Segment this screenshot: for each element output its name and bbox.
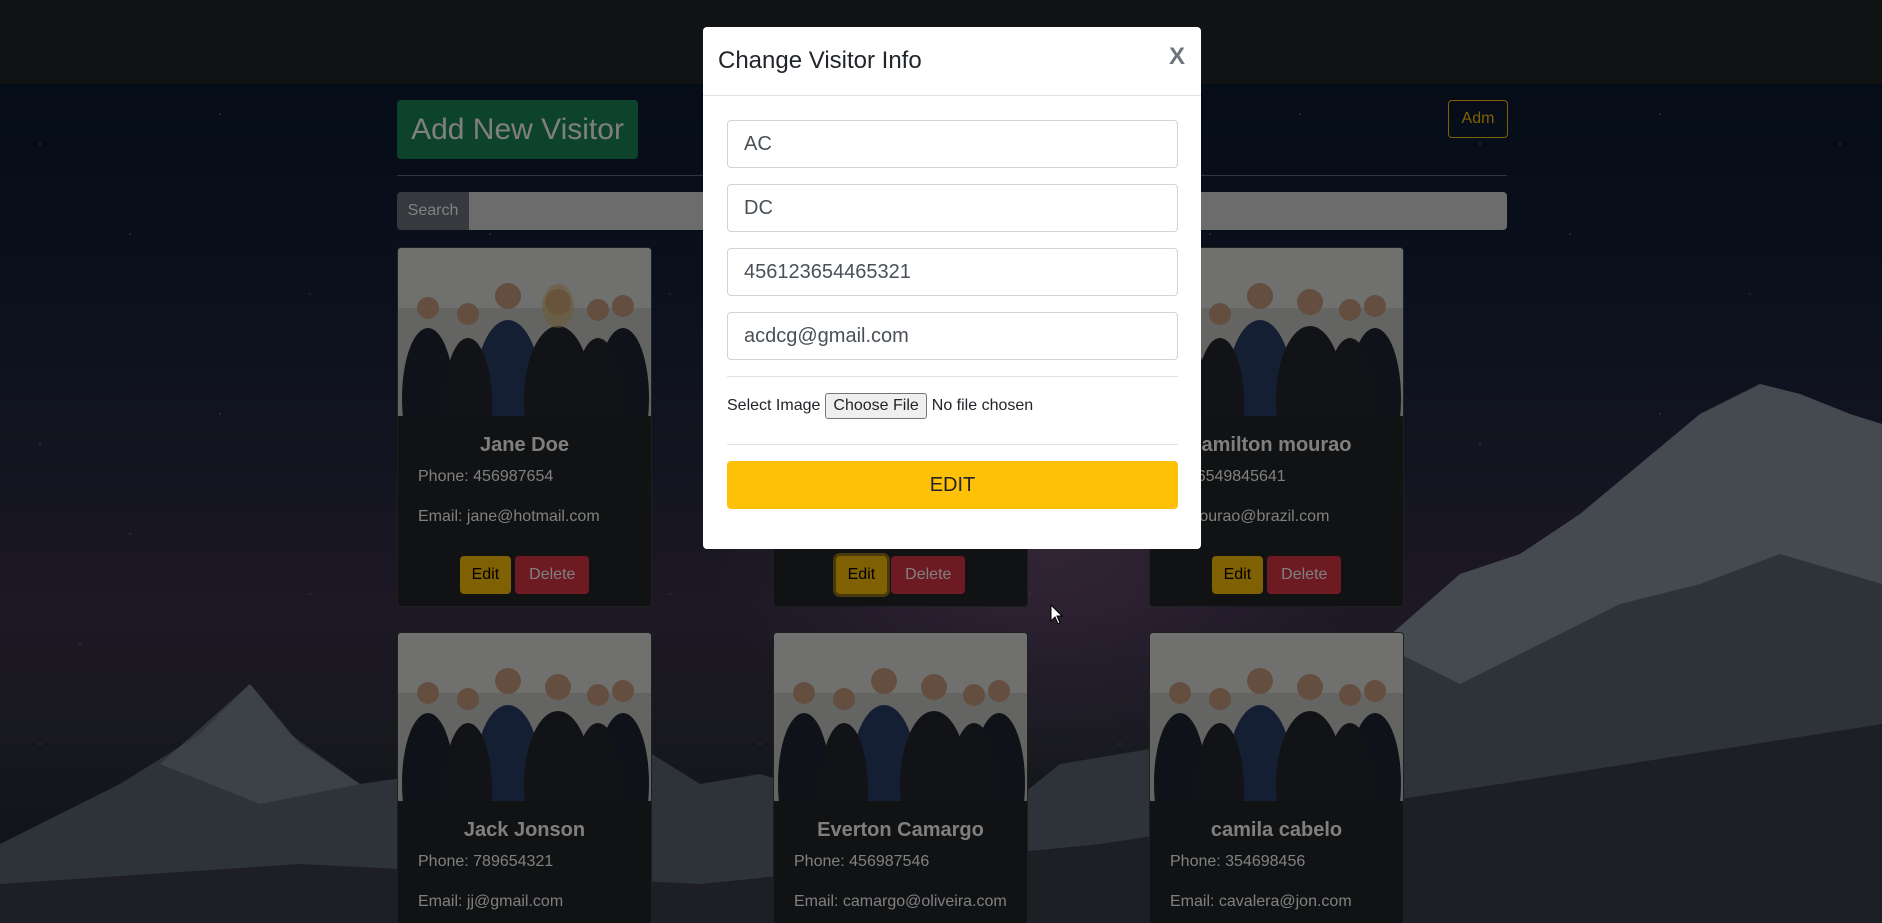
image-upload-row: Select Image Choose File No file chosen	[727, 393, 1033, 419]
last-name-field[interactable]	[727, 184, 1178, 232]
modal-divider	[727, 444, 1178, 445]
modal-divider	[727, 376, 1178, 377]
file-status-text: No file chosen	[931, 397, 1034, 414]
edit-submit-button[interactable]: EDIT	[727, 461, 1178, 509]
close-icon[interactable]: X	[1169, 43, 1185, 71]
email-field[interactable]	[727, 312, 1178, 360]
first-name-field[interactable]	[727, 120, 1178, 168]
modal-header: Change Visitor Info X	[703, 27, 1201, 96]
modal-title: Change Visitor Info	[718, 47, 922, 74]
mouse-cursor-icon	[1050, 604, 1064, 625]
phone-field[interactable]	[727, 248, 1178, 296]
select-image-label: Select Image	[727, 397, 821, 414]
choose-file-button[interactable]: Choose File	[825, 393, 927, 419]
change-visitor-modal: Change Visitor Info X Select Image Choos…	[703, 27, 1201, 549]
